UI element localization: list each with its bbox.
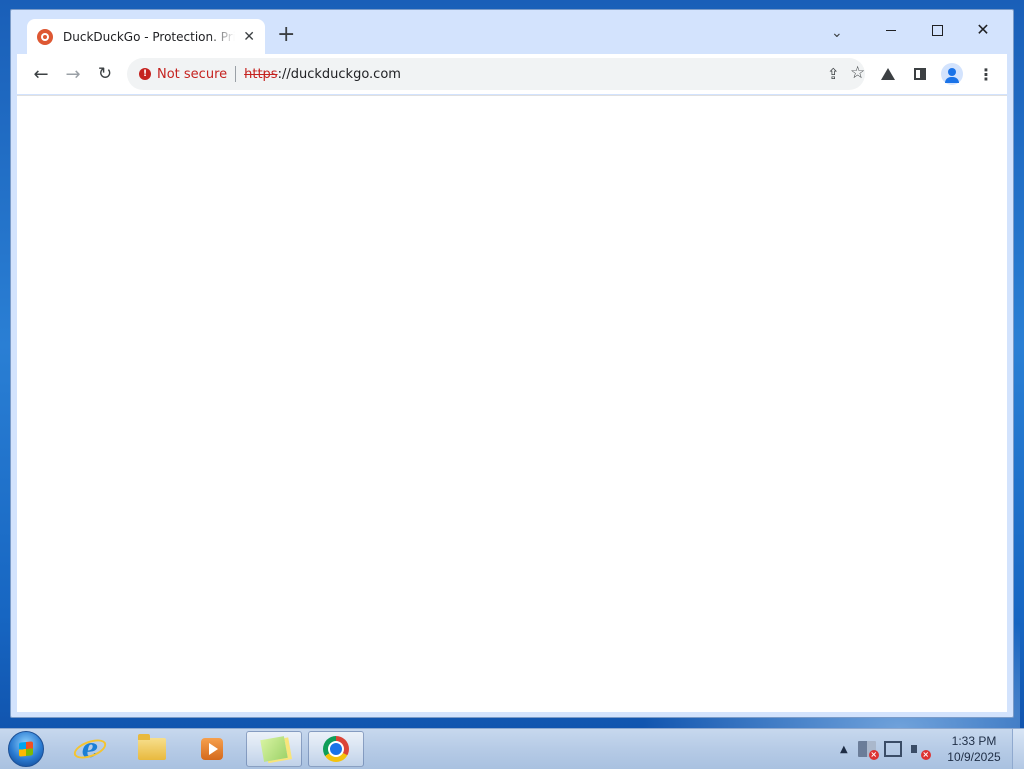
flask-shape: [881, 68, 895, 80]
address-bar[interactable]: ! Not secure https ://duckduckgo.com ⇪ ☆: [127, 58, 865, 90]
side-panel-shape: [914, 68, 926, 80]
show-desktop-button[interactable]: [1012, 729, 1024, 769]
duckduckgo-icon: [37, 28, 53, 45]
menu-dots-icon[interactable]: ⋮: [975, 63, 997, 85]
new-tab-button[interactable]: +: [277, 24, 295, 46]
page-content[interactable]: [17, 95, 1007, 712]
tab-close-icon[interactable]: ✕: [243, 30, 255, 44]
taskbar-app-chrome[interactable]: [308, 731, 364, 767]
taskbar-app-windows-explorer[interactable]: [124, 731, 180, 767]
bookmark-star-icon[interactable]: ☆: [850, 63, 865, 83]
volume-icon[interactable]: ×: [910, 741, 931, 760]
taskbar: e ▲ × × 1:33 PM 10/9/2025: [0, 728, 1024, 769]
reload-button[interactable]: ↻: [93, 62, 117, 86]
error-badge-icon: ×: [868, 750, 879, 760]
speaker-shape: [910, 745, 917, 753]
back-button[interactable]: ←: [29, 62, 53, 86]
taskbar-clock[interactable]: 1:33 PM 10/9/2025: [932, 733, 1016, 765]
maximize-icon: [931, 24, 943, 36]
muted-badge-icon: ×: [920, 750, 931, 760]
minimize-icon: [886, 29, 896, 31]
tab-duckduckgo[interactable]: DuckDuckGo - Protection. Privacy. Peace …: [27, 19, 265, 54]
url-scheme: https: [244, 66, 278, 82]
chrome-icon: [323, 736, 349, 762]
clock-date: 10/9/2025: [947, 750, 1001, 764]
network-icon[interactable]: [883, 741, 902, 757]
folder-icon: [138, 734, 166, 760]
security-label[interactable]: Not secure: [157, 67, 227, 82]
sticky-notes-icon: [260, 736, 288, 762]
maximize-button[interactable]: [917, 16, 957, 44]
action-center-flag-icon[interactable]: ×: [857, 741, 879, 760]
taskbar-app-media-player[interactable]: [184, 731, 240, 767]
not-secure-warning-icon[interactable]: !: [139, 68, 151, 80]
system-tray: ▲ × ×: [840, 729, 936, 769]
side-panel-icon[interactable]: [909, 63, 931, 85]
taskbar-app-sticky-notes[interactable]: [246, 731, 302, 767]
clock-time: 1:33 PM: [951, 734, 997, 748]
profile-avatar-icon[interactable]: [941, 63, 963, 85]
person-shape: [945, 68, 959, 83]
show-hidden-icons-button[interactable]: ▲: [840, 744, 848, 755]
omnibox-separator: [235, 66, 237, 82]
tab-search-chevron-icon[interactable]: ⌄: [831, 25, 843, 41]
labs-flask-icon[interactable]: [877, 63, 899, 85]
taskbar-app-internet-explorer[interactable]: e: [62, 731, 118, 767]
tab-title: DuckDuckGo - Protection. Privacy. Peace …: [63, 29, 235, 44]
media-player-icon: [201, 738, 223, 760]
close-window-button[interactable]: ✕: [963, 16, 1003, 44]
url-host: ://duckduckgo.com: [277, 66, 401, 82]
tab-strip: DuckDuckGo - Protection. Privacy. Peace …: [11, 10, 1013, 54]
browser-toolbar: ← → ↻ ! Not secure https ://duckduckgo.c…: [17, 54, 1007, 94]
start-button[interactable]: [8, 731, 44, 767]
forward-button[interactable]: →: [61, 62, 85, 86]
minimize-button[interactable]: [871, 16, 911, 44]
browser-window: DuckDuckGo - Protection. Privacy. Peace …: [10, 9, 1014, 718]
close-icon: ✕: [976, 20, 990, 39]
share-icon[interactable]: ⇪: [827, 65, 840, 83]
